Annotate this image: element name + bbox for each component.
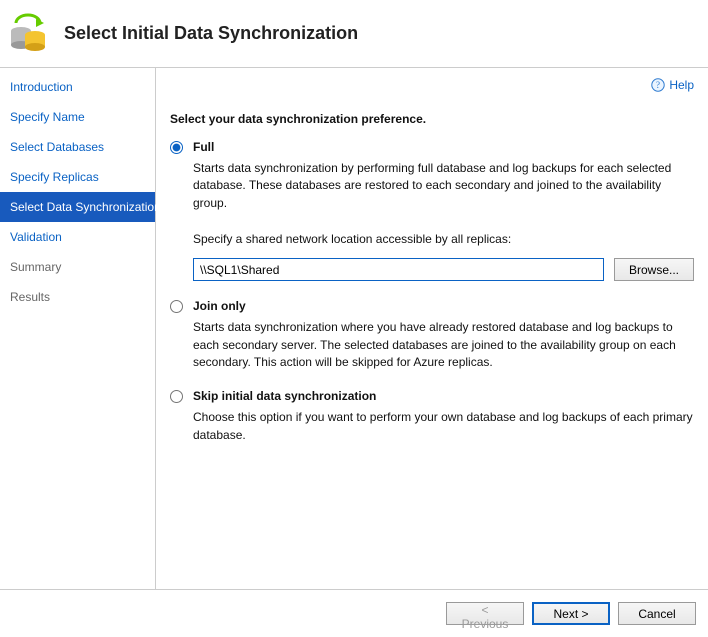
wizard-steps-sidebar: Introduction Specify Name Select Databas… <box>0 68 156 589</box>
wizard-footer: < Previous Next > Cancel <box>0 589 708 637</box>
help-label: Help <box>669 78 694 92</box>
sidebar-item-summary: Summary <box>0 252 155 282</box>
previous-button[interactable]: < Previous <box>446 602 524 625</box>
sidebar-item-results: Results <box>0 282 155 312</box>
sidebar-item-specify-name[interactable]: Specify Name <box>0 102 155 132</box>
sidebar-item-select-data-sync[interactable]: Select Data Synchronization <box>0 192 155 222</box>
sync-preference-prompt: Select your data synchronization prefere… <box>170 112 694 126</box>
option-skip-desc: Choose this option if you want to perfor… <box>193 409 694 444</box>
radio-join-only[interactable] <box>170 300 183 313</box>
sidebar-item-select-databases[interactable]: Select Databases <box>0 132 155 162</box>
option-join-only-title[interactable]: Join only <box>193 299 694 313</box>
radio-full[interactable] <box>170 141 183 154</box>
option-skip-title[interactable]: Skip initial data synchronization <box>193 389 694 403</box>
database-sync-icon <box>8 11 50 56</box>
wizard-main-panel: ? Help Select your data synchronization … <box>156 68 708 589</box>
option-full-title[interactable]: Full <box>193 140 694 154</box>
next-button[interactable]: Next > <box>532 602 610 625</box>
radio-skip[interactable] <box>170 390 183 403</box>
sidebar-item-specify-replicas[interactable]: Specify Replicas <box>0 162 155 192</box>
option-join-only: Join only Starts data synchronization wh… <box>170 299 694 371</box>
help-icon: ? <box>651 78 665 92</box>
option-skip: Skip initial data synchronization Choose… <box>170 389 694 444</box>
share-location-label: Specify a shared network location access… <box>193 232 694 246</box>
help-link[interactable]: ? Help <box>651 78 694 92</box>
page-title: Select Initial Data Synchronization <box>64 23 358 44</box>
option-full-desc: Starts data synchronization by performin… <box>193 160 694 212</box>
svg-text:?: ? <box>656 80 660 90</box>
wizard-header: Select Initial Data Synchronization <box>0 0 708 68</box>
share-location-input[interactable] <box>193 258 604 281</box>
option-full: Full Starts data synchronization by perf… <box>170 140 694 281</box>
option-join-only-desc: Starts data synchronization where you ha… <box>193 319 694 371</box>
browse-button[interactable]: Browse... <box>614 258 694 281</box>
sidebar-item-validation[interactable]: Validation <box>0 222 155 252</box>
sidebar-item-introduction[interactable]: Introduction <box>0 72 155 102</box>
cancel-button[interactable]: Cancel <box>618 602 696 625</box>
